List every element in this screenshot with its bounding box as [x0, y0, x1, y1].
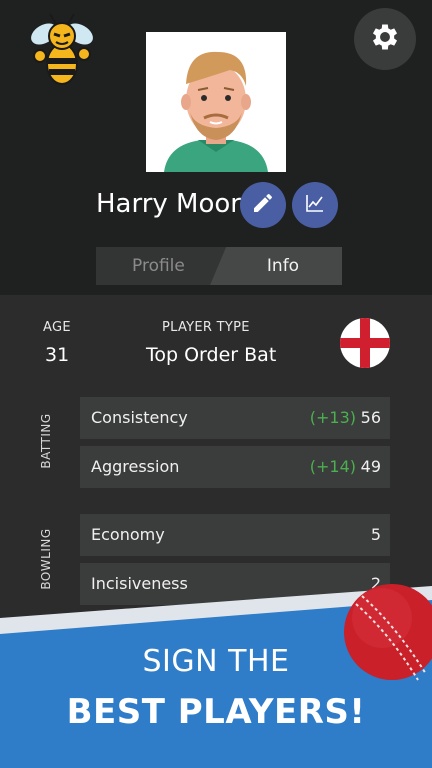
- attribute-name: Economy: [91, 525, 165, 544]
- attribute-row-consistency: Consistency (+13) 56: [80, 397, 390, 439]
- england-flag-icon: [340, 318, 390, 368]
- attribute-row-economy: Economy 5: [80, 514, 390, 556]
- tab-profile[interactable]: Profile: [96, 247, 226, 285]
- line-chart-icon: [303, 191, 327, 219]
- attribute-name: Aggression: [91, 457, 180, 476]
- age-value: 31: [45, 344, 70, 366]
- gear-icon: [368, 20, 402, 58]
- player-type-label: PLAYER TYPE: [162, 320, 250, 335]
- settings-button[interactable]: [354, 8, 416, 70]
- player-name: Harry Moore: [96, 189, 257, 219]
- attribute-row-aggression: Aggression (+14) 49: [80, 446, 390, 488]
- attribute-value: 5: [370, 525, 381, 544]
- batting-section-label: BATTING: [39, 413, 53, 469]
- edit-player-button[interactable]: [240, 182, 286, 228]
- attribute-value: 49: [360, 457, 381, 476]
- attribute-name: Incisiveness: [91, 574, 188, 593]
- player-stats-button[interactable]: [292, 182, 338, 228]
- bee-mascot-icon: [22, 8, 102, 88]
- bowling-section-label: BOWLING: [39, 528, 53, 590]
- player-type-value: Top Order Bat: [146, 344, 277, 366]
- cricket-ball-icon: [342, 582, 432, 682]
- pencil-icon: [251, 191, 275, 219]
- banner-headline-2: BEST PLAYERS!: [66, 692, 366, 732]
- player-avatar: [146, 32, 286, 172]
- attribute-value: 56: [360, 408, 381, 427]
- attribute-bonus: (+13): [309, 408, 356, 427]
- attribute-bonus: (+14): [309, 457, 356, 476]
- tab-bar: Profile Info: [96, 247, 342, 285]
- age-label: AGE: [43, 320, 71, 335]
- tab-info[interactable]: Info: [210, 247, 342, 285]
- attribute-name: Consistency: [91, 408, 188, 427]
